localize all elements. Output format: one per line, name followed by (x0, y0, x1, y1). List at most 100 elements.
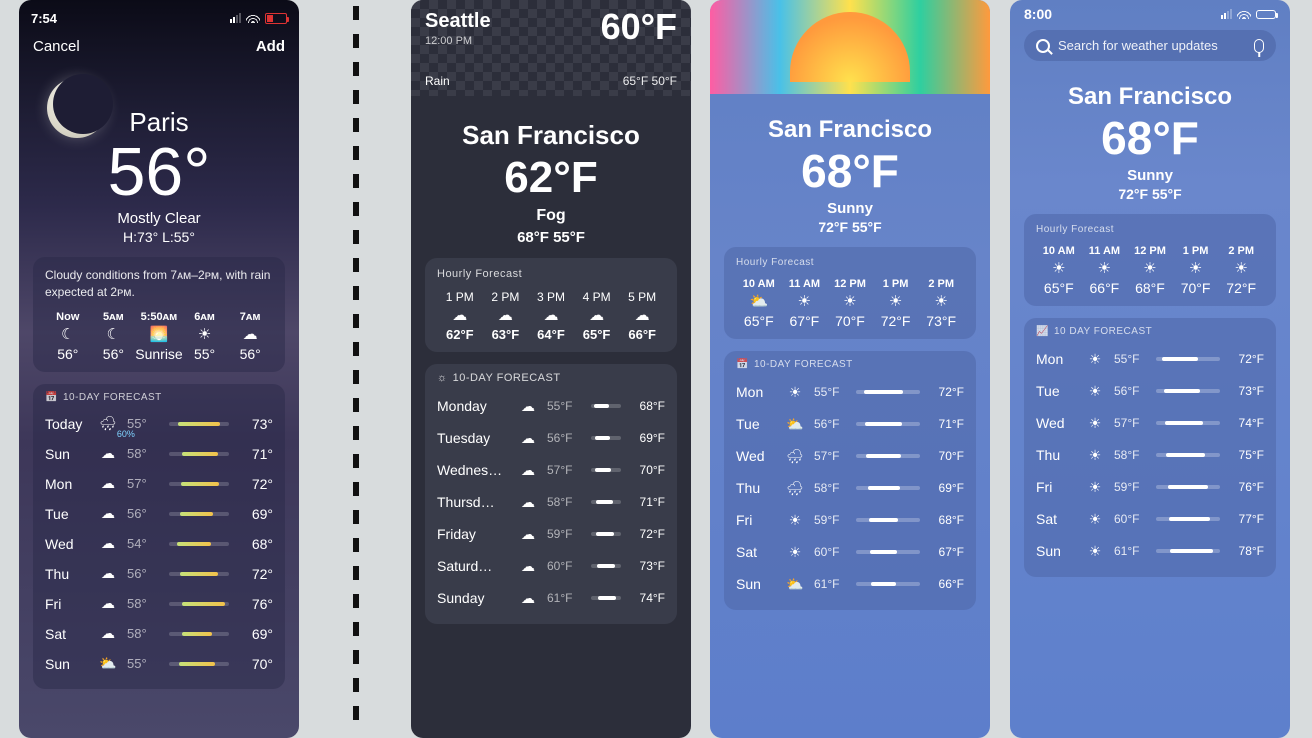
hourly-cell[interactable]: 6ᴀᴍ☀55° (182, 311, 228, 362)
daily-row[interactable]: Sun⛅61°F66°F (736, 568, 964, 600)
daily-row[interactable]: Wed☀57°F74°F (1036, 407, 1264, 439)
daily-row[interactable]: Wednes…☁57°F70°F (437, 454, 665, 486)
day-label: Sun (45, 656, 89, 672)
daily-row[interactable]: Tue☀56°F73°F (1036, 375, 1264, 407)
hour-temp: 70°F (835, 313, 865, 329)
low-temp: 60°F (814, 545, 848, 559)
top-widget[interactable]: Seattle 12:00 PM 60°F Rain 65°F 50°F (411, 0, 691, 96)
daily-row[interactable]: Sat☀60°F77°F (1036, 503, 1264, 535)
hourly-cell[interactable]: 1 PM☀72°F (873, 278, 919, 329)
daily-row[interactable]: Sat☀60°F67°F (736, 536, 964, 568)
mic-icon[interactable] (1254, 39, 1264, 53)
low-temp: 55° (127, 656, 161, 671)
temp-range-bar (169, 452, 229, 456)
daily-row[interactable]: Tue⛅56°F71°F (736, 408, 964, 440)
daily-row[interactable]: Fri☀59°F68°F (736, 504, 964, 536)
weather-icon: 🌧 (784, 480, 806, 497)
hourly-row[interactable]: 10 AM☀65°F11 AM☀66°F12 PM☀68°F1 PM☀70°F2… (1036, 245, 1264, 296)
weather-icon: ☀ (1084, 415, 1106, 432)
hilo-text: H:73° L:55° (19, 229, 299, 245)
search-icon (1036, 39, 1050, 53)
hour-temp: 73°F (926, 313, 956, 329)
daily-row[interactable]: Sun☁58°71° (45, 439, 273, 469)
hilo-text: 72°F 55°F (1010, 186, 1290, 202)
daily-card[interactable]: 📅 10-DAY FORECAST Mon☀55°F72°FTue⛅56°F71… (724, 351, 976, 610)
hourly-header: Hourly Forecast (437, 268, 665, 280)
weather-icon: ☀ (1234, 261, 1247, 276)
hourly-cell[interactable]: 5:50ᴀᴍ🌅Sunrise (136, 311, 182, 362)
daily-card[interactable]: 📅 10-DAY FORECAST Today🌧60%55°73°Sun☁58°… (33, 384, 285, 689)
daily-row[interactable]: Mon☀55°F72°F (1036, 343, 1264, 375)
weather-icon: ☀ (1084, 351, 1106, 368)
cancel-button[interactable]: Cancel (33, 38, 80, 55)
daily-row[interactable]: Sat☁58°69° (45, 619, 273, 649)
daily-card[interactable]: 📈 10 DAY FORECAST Mon☀55°F72°FTue☀56°F73… (1024, 318, 1276, 577)
daily-row[interactable]: Sunday☁61°F74°F (437, 582, 665, 614)
daily-row[interactable]: Mon☁57°72° (45, 469, 273, 499)
hourly-card[interactable]: Hourly Forecast 10 AM⛅65°F11 AM☀67°F12 P… (724, 247, 976, 339)
current-temp: 68°F (710, 144, 990, 198)
weather-icon: ⛅ (784, 576, 806, 593)
daily-row[interactable]: Thu🌧58°F69°F (736, 472, 964, 504)
hourly-cell[interactable]: 5ᴀᴍ☾56° (91, 311, 137, 362)
day-label: Friday (437, 526, 509, 542)
add-button[interactable]: Add (256, 38, 285, 55)
daily-row[interactable]: Thu☀58°F75°F (1036, 439, 1264, 471)
hourly-cell[interactable]: 5 PM☁66°F (619, 290, 665, 342)
daily-row[interactable]: Tuesday☁56°F69°F (437, 422, 665, 454)
hourly-card[interactable]: Cloudy conditions from 7ᴀᴍ–2ᴘᴍ, with rai… (33, 257, 285, 372)
day-label: Monday (437, 398, 509, 414)
weather-icon: ☁ (97, 565, 119, 582)
hourly-cell[interactable]: 2 PM☁63°F (483, 290, 529, 342)
daily-row[interactable]: Thu☁56°72° (45, 559, 273, 589)
search-bar[interactable]: Search for weather updates (1024, 30, 1276, 61)
hourly-cell[interactable]: 3 PM☁64°F (528, 290, 574, 342)
daily-card[interactable]: ☼ 10-DAY FORECAST Monday☁55°F68°FTuesday… (425, 364, 677, 624)
hourly-cell[interactable]: 10 AM⛅65°F (736, 278, 782, 329)
daily-row[interactable]: Mon☀55°F72°F (736, 376, 964, 408)
day-label: Saturd… (437, 558, 509, 574)
daily-row[interactable]: Sun⛅55°70° (45, 649, 273, 679)
hourly-row[interactable]: 10 AM⛅65°F11 AM☀67°F12 PM☀70°F1 PM☀72°F2… (736, 278, 964, 329)
daily-row[interactable]: Friday☁59°F72°F (437, 518, 665, 550)
hourly-cell[interactable]: 2 PM☀73°F (918, 278, 964, 329)
hourly-cell[interactable]: 11 AM☀67°F (782, 278, 828, 329)
high-temp: 68°F (629, 399, 665, 413)
hourly-cell[interactable]: 11 AM☀66°F (1082, 245, 1128, 296)
low-temp: 56°F (1114, 384, 1148, 398)
daily-row[interactable]: Tue☁56°69° (45, 499, 273, 529)
temp-range-bar (1156, 549, 1220, 553)
hourly-cell[interactable]: 7ᴀᴍ☁56° (227, 311, 273, 362)
hourly-cell[interactable]: 1 PM☀70°F (1173, 245, 1219, 296)
daily-row[interactable]: Thursd…☁58°F71°F (437, 486, 665, 518)
hour-temp: 68°F (1135, 280, 1165, 296)
hourly-row[interactable]: 1 PM☁62°F2 PM☁63°F3 PM☁64°F4 PM☁65°F5 PM… (437, 290, 665, 342)
daily-row[interactable]: Monday☁55°F68°F (437, 390, 665, 422)
hour-label: 11 AM (789, 278, 820, 290)
hourly-row[interactable]: Now☾56°5ᴀᴍ☾56°5:50ᴀᴍ🌅Sunrise6ᴀᴍ☀55°7ᴀᴍ☁5… (45, 311, 273, 362)
hourly-card[interactable]: Hourly Forecast 1 PM☁62°F2 PM☁63°F3 PM☁6… (425, 258, 677, 352)
daily-header: ☼ 10-DAY FORECAST (437, 372, 665, 384)
daily-row[interactable]: Sun☀61°F78°F (1036, 535, 1264, 567)
current-temp: 68°F (1010, 111, 1290, 165)
daily-row[interactable]: Wed☁54°68° (45, 529, 273, 559)
hourly-cell[interactable]: Now☾56° (45, 311, 91, 362)
status-time: 8:00 (1024, 6, 1052, 22)
hourly-cell[interactable]: 4 PM☁65°F (574, 290, 620, 342)
hourly-cell[interactable]: 12 PM☀68°F (1127, 245, 1173, 296)
daily-header-label: 10-DAY FORECAST (453, 372, 561, 384)
weather-icon: ☁ (498, 308, 513, 323)
daily-row[interactable]: Fri☀59°F76°F (1036, 471, 1264, 503)
high-temp: 74°F (1228, 416, 1264, 430)
hourly-cell[interactable]: 1 PM☁62°F (437, 290, 483, 342)
daily-row[interactable]: Wed🌧57°F70°F (736, 440, 964, 472)
daily-row[interactable]: Fri☁58°76° (45, 589, 273, 619)
hourly-cell[interactable]: 2 PM☀72°F (1218, 245, 1264, 296)
hourly-card[interactable]: Hourly Forecast 10 AM☀65°F11 AM☀66°F12 P… (1024, 214, 1276, 306)
daily-row[interactable]: Saturd…☁60°F73°F (437, 550, 665, 582)
hourly-cell[interactable]: 12 PM☀70°F (827, 278, 873, 329)
high-temp: 72° (237, 476, 273, 492)
wifi-icon (1237, 9, 1251, 19)
daily-row[interactable]: Today🌧60%55°73° (45, 409, 273, 439)
hourly-cell[interactable]: 10 AM☀65°F (1036, 245, 1082, 296)
